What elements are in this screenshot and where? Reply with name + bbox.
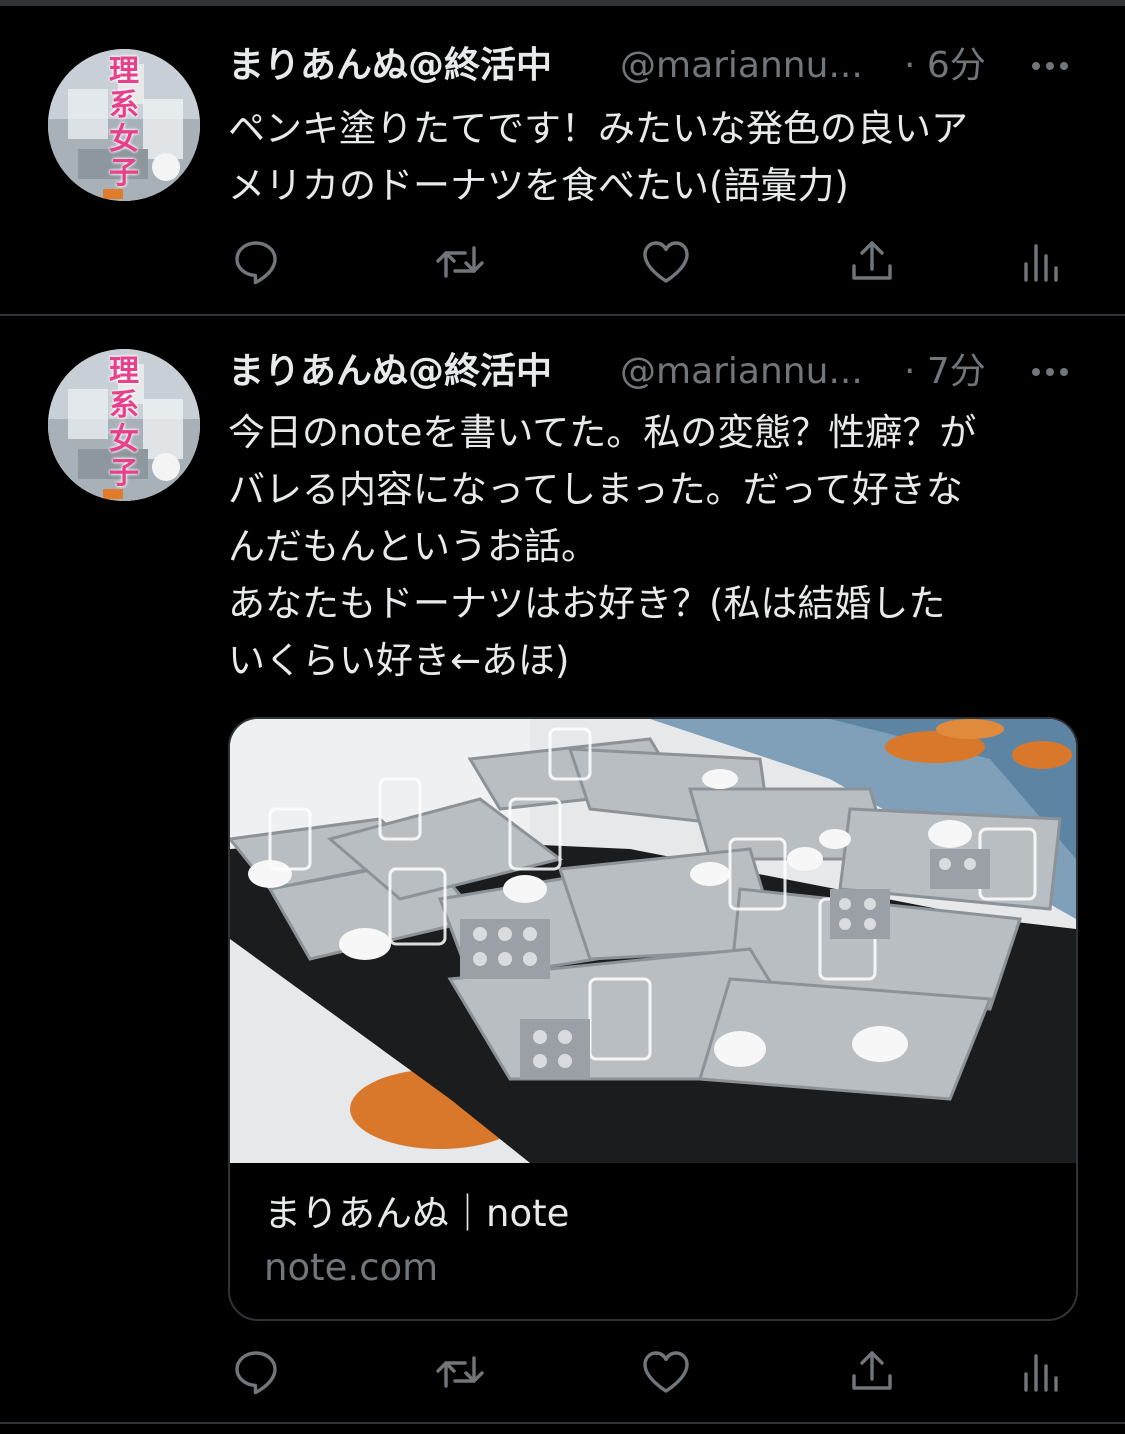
card-title: まりあんぬ｜note: [264, 1192, 570, 1235]
tweet-time[interactable]: · 7分: [904, 342, 986, 402]
tweet-actions: [228, 1344, 1068, 1400]
avatar-label: 理 系 女 子: [109, 54, 139, 191]
analytics-icon[interactable]: [1012, 234, 1068, 290]
share-icon[interactable]: [844, 1344, 900, 1400]
more-options-icon[interactable]: [1028, 360, 1072, 384]
tweet-text: 今日のnoteを書いてた。私の変態？性癖？が バレる内容になってしまった。だって…: [228, 411, 977, 682]
bottom-divider: [0, 1422, 1125, 1424]
tweet-time[interactable]: · 6分: [904, 36, 986, 96]
more-options-icon[interactable]: [1028, 54, 1072, 78]
share-icon[interactable]: [844, 234, 900, 290]
lab-trays-photo: [230, 719, 1076, 1163]
tweet-actions: [228, 234, 1068, 290]
author-handle[interactable]: @mariannu...: [620, 342, 886, 402]
tweet[interactable]: 理 系 女 子 まりあんぬ@終活中 @mariannu... · 6分 ペンキ塗…: [0, 6, 1125, 316]
analytics-icon[interactable]: [1012, 1344, 1068, 1400]
retweet-icon[interactable]: [432, 234, 488, 290]
card-domain: note.com: [264, 1246, 439, 1289]
tweet-header: まりあんぬ@終活中 @mariannu... · 7分: [228, 342, 1088, 402]
tweet-header: まりあんぬ@終活中 @mariannu... · 6分: [228, 36, 1088, 96]
avatar[interactable]: 理 系 女 子: [48, 349, 200, 501]
avatar-label: 理 系 女 子: [109, 354, 139, 491]
author-handle[interactable]: @mariannu...: [620, 36, 886, 96]
retweet-icon[interactable]: [432, 1344, 488, 1400]
link-card[interactable]: まりあんぬ｜note note.com: [228, 717, 1078, 1321]
reply-icon[interactable]: [228, 1344, 284, 1400]
like-icon[interactable]: [638, 234, 694, 290]
like-icon[interactable]: [638, 1344, 694, 1400]
tweet[interactable]: 理 系 女 子 まりあんぬ@終活中 @mariannu... · 7分 今日のn…: [0, 316, 1125, 1422]
tweet-text: ペンキ塗りたてです！みたいな発色の良いア メリカのドーナツを食べたい(語彙力): [228, 107, 968, 207]
author-name[interactable]: まりあんぬ@終活中: [228, 342, 552, 402]
reply-icon[interactable]: [228, 234, 284, 290]
avatar[interactable]: 理 系 女 子: [48, 49, 200, 201]
author-name[interactable]: まりあんぬ@終活中: [228, 36, 552, 96]
